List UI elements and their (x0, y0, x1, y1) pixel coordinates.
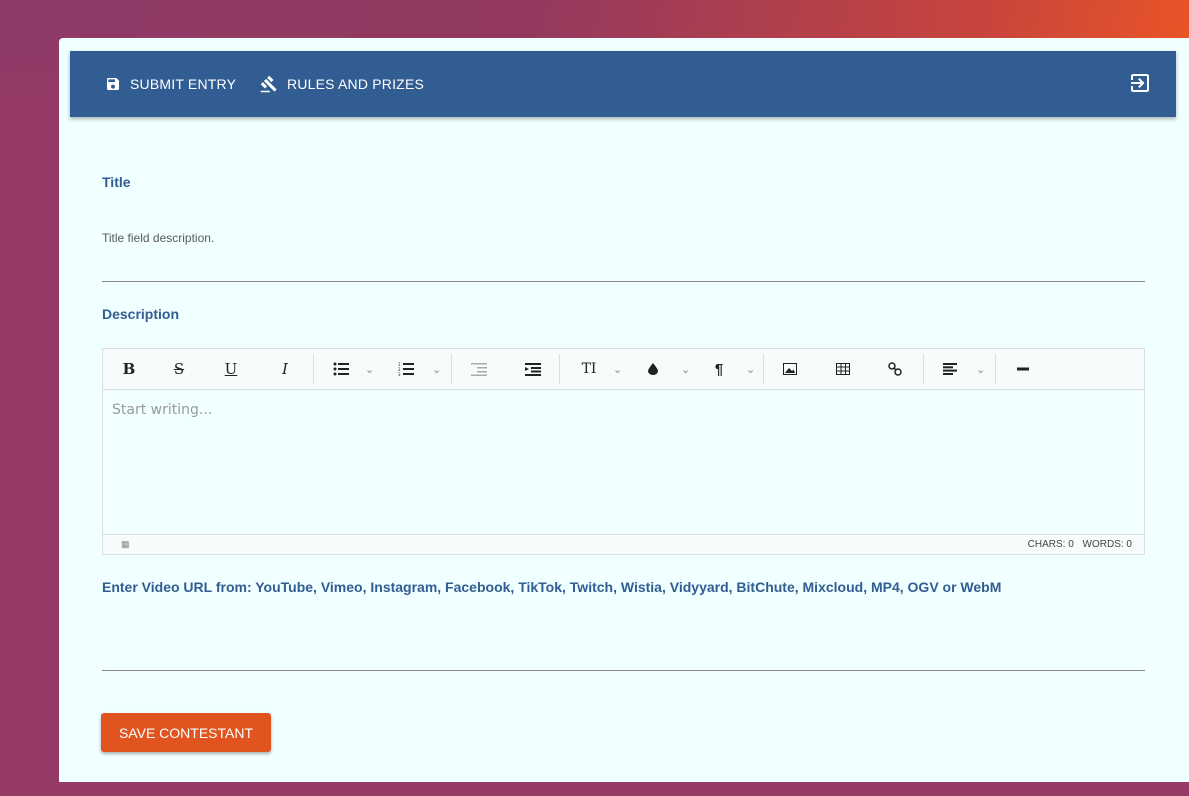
editor-statusbar: ▦ CHARS: 0 WORDS: 0 (103, 534, 1144, 554)
toolbar-separator (559, 354, 560, 384)
chevron-down-icon[interactable]: ⌄ (746, 349, 755, 389)
save-icon (107, 78, 119, 90)
bullet-list-icon[interactable] (329, 349, 353, 389)
paragraph-button[interactable]: ¶ (707, 349, 731, 389)
chevron-down-icon[interactable]: ⌄ (432, 349, 441, 389)
video-url-label: Enter Video URL from: YouTube, Vimeo, In… (102, 579, 1002, 595)
submit-entry-label: SUBMIT ENTRY (130, 76, 237, 92)
editor-toolbar: B S U I ⌄ 123 ⌄ TI ⌄ ⌄ ¶ ⌄ ⌄ (103, 349, 1144, 390)
toolbar-separator (451, 354, 452, 384)
horizontal-rule-icon[interactable] (1011, 349, 1035, 389)
rules-and-prizes-label: RULES AND PRIZES (287, 76, 425, 92)
title-label: Title (102, 174, 131, 190)
table-icon[interactable] (831, 349, 855, 389)
chevron-down-icon[interactable]: ⌄ (681, 349, 690, 389)
save-contestant-button[interactable]: SAVE CONTESTANT (101, 713, 271, 752)
strikethrough-button[interactable]: S (167, 349, 191, 389)
description-label: Description (102, 306, 180, 322)
submit-entry-button[interactable]: SUBMIT ENTRY (105, 76, 236, 92)
editor-counter: CHARS: 0 WORDS: 0 (1028, 539, 1132, 550)
chevron-down-icon[interactable]: ⌄ (613, 349, 622, 389)
rich-text-editor: B S U I ⌄ 123 ⌄ TI ⌄ ⌄ ¶ ⌄ ⌄ Start writi… (102, 348, 1145, 555)
gavel-icon (260, 75, 277, 93)
toolbar-separator (313, 354, 314, 384)
image-icon[interactable] (778, 349, 802, 389)
chevron-down-icon[interactable]: ⌄ (365, 349, 374, 389)
numbered-list-icon[interactable]: 123 (394, 349, 418, 389)
svg-text:3: 3 (398, 372, 401, 376)
align-left-icon[interactable] (938, 349, 962, 389)
toolbar-separator (995, 354, 996, 384)
toolbar-separator (923, 354, 924, 384)
video-url-input-underline[interactable] (102, 670, 1145, 671)
editor-content-area[interactable]: Start writing... (103, 390, 1144, 534)
app-bar: SUBMIT ENTRY RULES AND PRIZES (70, 51, 1176, 117)
words-count: WORDS: 0 (1082, 539, 1132, 550)
logout-icon[interactable] (1128, 71, 1152, 100)
chars-count: CHARS: 0 (1027, 539, 1074, 550)
underline-button[interactable]: U (219, 349, 243, 389)
bold-button[interactable]: B (117, 349, 141, 389)
title-help-text: Title field description. (102, 231, 215, 245)
text-color-icon[interactable] (641, 349, 665, 389)
link-icon[interactable] (883, 349, 907, 389)
resize-handle-icon[interactable]: ▦ (121, 539, 130, 550)
font-size-button[interactable]: TI (576, 349, 602, 389)
chevron-down-icon[interactable]: ⌄ (976, 349, 985, 389)
rules-and-prizes-button[interactable]: RULES AND PRIZES (260, 75, 424, 93)
italic-button[interactable]: I (273, 349, 297, 389)
title-input-underline[interactable] (102, 281, 1145, 282)
toolbar-separator (763, 354, 764, 384)
outdent-icon[interactable] (467, 349, 491, 389)
indent-icon[interactable] (521, 349, 545, 389)
